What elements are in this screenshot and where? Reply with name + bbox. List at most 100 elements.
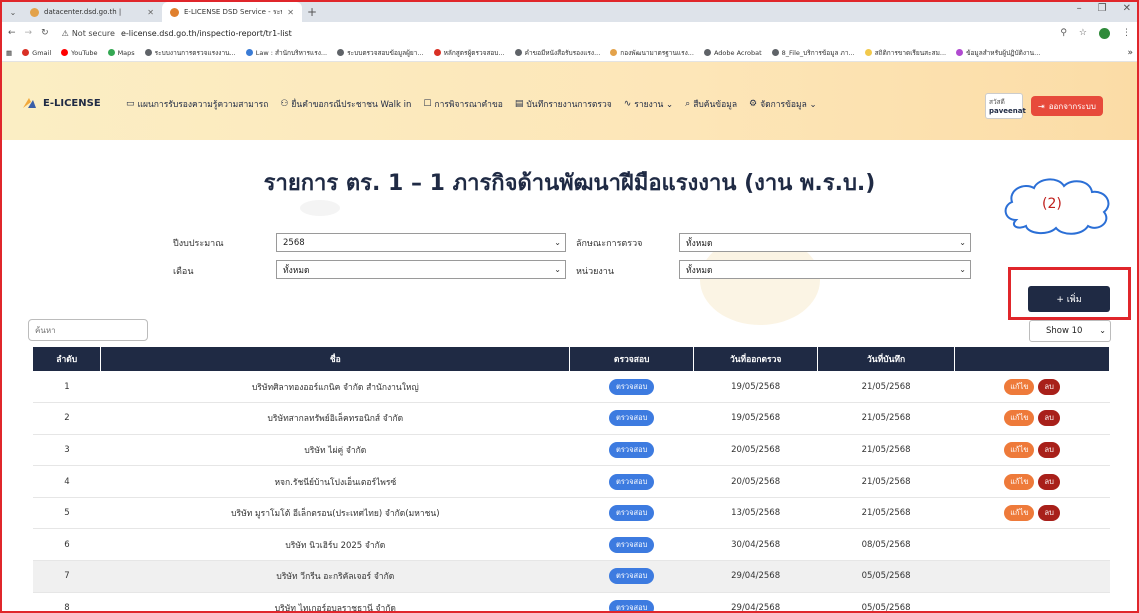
delete-button[interactable]: ลบ [1038, 410, 1060, 427]
delete-button[interactable]: ลบ [1038, 473, 1060, 490]
edit-button[interactable]: แก้ไข [1004, 441, 1035, 458]
bookmark-item[interactable]: ระบบงานการตรวจแรงงาน... [144, 48, 236, 58]
close-icon[interactable]: ✕ [287, 8, 294, 17]
header-inspect-date[interactable]: วันที่ออกตรวจ [693, 347, 819, 371]
bookmark-item[interactable]: Adobe Acrobat [703, 49, 762, 57]
bookmark-favicon-icon [956, 49, 964, 56]
header-no[interactable]: ลำดับ [33, 347, 102, 371]
row-actions-cell: แก้ไข ลบ [954, 497, 1110, 530]
verify-button[interactable]: ตรวจสอบ [609, 410, 655, 427]
row-name: บริษัท มูราโมโต้ อีเล็กตรอน(ประเทศไทย) จ… [100, 497, 570, 530]
close-icon[interactable]: ✕ [147, 8, 154, 17]
verify-button[interactable]: ตรวจสอบ [609, 536, 655, 553]
fiscal-year-select[interactable]: 2568 ⌄ [276, 233, 566, 252]
not-secure-indicator[interactable]: ⚠ Not secure [62, 29, 115, 38]
bookmark-item[interactable]: หลักสูตรผู้ตรวจสอบ... [433, 48, 505, 58]
forward-icon[interactable]: → [25, 28, 33, 38]
delete-button[interactable]: ลบ [1038, 441, 1060, 458]
bookmark-item[interactable]: YouTube [61, 49, 98, 57]
main-nav: ▭ แผนการรับรองความรู้ความสามารถ ⚇ ยื่นคำขอก… [126, 97, 817, 111]
delete-button[interactable]: ลบ [1038, 505, 1060, 522]
header-verify[interactable]: ตรวจสอบ [569, 347, 695, 371]
bookmark-star-icon[interactable]: ☆ [1079, 28, 1087, 38]
logout-button[interactable]: ⇥ ออกจากระบบ [1031, 96, 1103, 116]
bookmark-item[interactable]: คำขอมีหนังสือรับรองแรง... [514, 48, 600, 58]
book-icon: ▭ [126, 99, 135, 109]
bookmark-item[interactable]: Law : สำนักบริหารแรง... [245, 48, 327, 58]
table-row: 3 บริษัท ไผ่คู่ จำกัด ตรวจสอบ 20/05/2568 21/… [33, 434, 1110, 467]
verify-button[interactable]: ตรวจสอบ [609, 473, 655, 490]
month-label: เดือน [173, 267, 194, 277]
reload-icon[interactable]: ↻ [41, 28, 49, 38]
row-name: หจก.รัชนีย์บ้านโปงเอ็นเตอร์ไพรซ์ [100, 465, 570, 498]
month-select[interactable]: ทั้งหมด ⌄ [276, 260, 566, 279]
row-verify-cell: ตรวจสอบ [569, 434, 694, 467]
row-inspect-date: 13/05/2568 [693, 497, 818, 530]
more-bookmarks-icon[interactable]: » [1127, 48, 1133, 58]
row-verify-cell: ตรวจสอบ [569, 371, 694, 404]
site-logo[interactable]: E-LICENSE [21, 96, 101, 110]
verify-button[interactable]: ตรวจสอบ [609, 441, 655, 458]
verify-button[interactable]: ตรวจสอบ [609, 568, 655, 585]
row-number: 2 [33, 402, 101, 435]
bookmark-favicon-icon [864, 49, 872, 56]
nav-item[interactable]: ∿ รายงาน ⌄ [624, 97, 673, 111]
edit-button[interactable]: แก้ไข [1004, 378, 1035, 395]
bookmark-favicon-icon [433, 49, 441, 56]
edit-button[interactable]: แก้ไข [1004, 410, 1035, 427]
page-size-select[interactable]: Show 10 ⌄ [1029, 320, 1111, 342]
minimize-icon[interactable]: – [1077, 3, 1082, 14]
edit-button[interactable]: แก้ไข [1004, 473, 1035, 490]
profile-avatar[interactable] [1099, 27, 1110, 39]
row-name: บริษัทศิลาทองออร์แกนิค จำกัด สำนักงานใหญ… [100, 371, 570, 404]
bookmark-item[interactable]: Maps [107, 49, 135, 57]
verify-button[interactable]: ตรวจสอบ [609, 505, 655, 522]
header-record-date[interactable]: วันที่บันทึก [817, 347, 956, 371]
add-button[interactable]: + เพิ่ม [1028, 286, 1110, 312]
nav-item[interactable]: ⌕ สืบค้นข้อมูล [685, 97, 737, 111]
tab-search-icon[interactable]: ⌄ [4, 2, 22, 22]
agency-select[interactable]: ทั้งหมด ⌄ [679, 260, 971, 279]
nav-item[interactable]: ⚇ ยื่นคำขอกรณีประชาชน Walk in [280, 97, 411, 111]
table-row: 1 บริษัทศิลาทองออร์แกนิค จำกัด สำนักงานให… [33, 371, 1110, 404]
url-text: e-license.dsd.go.th/inspectio-report/tr1… [120, 28, 292, 38]
tab-title: E-LICENSE DSD Service - ระบบใ [184, 7, 283, 16]
row-actions-cell: แก้ไข ลบ [954, 465, 1110, 498]
row-name: บริษัท นิวเฮิร์บ 2025 จำกัด [100, 528, 570, 562]
window-controls: – ❐ ✕ [1077, 3, 1131, 14]
search-input[interactable] [28, 319, 148, 341]
header-name[interactable]: ชื่อ [100, 347, 571, 371]
browser-tab[interactable]: datacenter.dsd.go.th | ✕ [22, 2, 162, 22]
menu-icon[interactable]: ⋮ [1122, 28, 1131, 38]
nav-item[interactable]: ☐ การพิจารณาคำขอ [423, 97, 503, 111]
apps-icon[interactable]: ▦ [6, 49, 12, 57]
user-box[interactable]: สวัสดี paveenat [985, 93, 1026, 119]
nav-item[interactable]: ⚙ จัดการข้อมูล ⌄ [749, 97, 817, 111]
row-record-date: 21/05/2568 [817, 371, 955, 404]
bookmark-favicon-icon [22, 49, 30, 56]
nav-item[interactable]: ▭ แผนการรับรองความรู้ความสามารถ [126, 97, 268, 111]
edit-button[interactable]: แก้ไข [1004, 505, 1035, 522]
bookmark-item[interactable]: สถิติการขาดเรียนสะสม... [864, 48, 946, 58]
browser-tab-active[interactable]: E-LICENSE DSD Service - ระบบใ ✕ [162, 2, 302, 22]
new-tab-button[interactable]: + [302, 2, 322, 22]
bookmark-item[interactable]: กองพัฒนามาตรฐานแรง... [610, 48, 694, 58]
row-actions-cell: แก้ไข ลบ [954, 434, 1110, 467]
url-field[interactable]: ⚠ Not secure e-license.dsd.go.th/inspect… [58, 25, 1052, 41]
verify-button[interactable]: ตรวจสอบ [609, 378, 655, 395]
restore-icon[interactable]: ❐ [1098, 3, 1107, 14]
bookmark-item[interactable]: 8_File_บริการข้อมูล ภา... [771, 48, 855, 58]
bookmark-item[interactable]: ข้อมูลสำหรับผู้ปฏิบัติงาน... [956, 48, 1040, 58]
row-number: 6 [33, 528, 101, 562]
search-icon: ⌕ [685, 99, 691, 109]
inspection-type-select[interactable]: ทั้งหมด ⌄ [679, 233, 971, 252]
verify-button[interactable]: ตรวจสอบ [609, 599, 655, 613]
bookmark-item[interactable]: Gmail [22, 49, 51, 57]
back-icon[interactable]: ← [8, 28, 16, 38]
delete-button[interactable]: ลบ [1038, 378, 1060, 395]
bookmark-item[interactable]: ระบบตรวจสอบข้อมูลผู้ยา... [337, 48, 424, 58]
zoom-icon[interactable]: ⚲ [1060, 28, 1067, 38]
nav-item[interactable]: ▤ บันทึกรายงานการตรวจ [515, 97, 612, 111]
address-bar: ← → ↻ ⚠ Not secure e-license.dsd.go.th/i… [0, 22, 1139, 44]
close-window-icon[interactable]: ✕ [1123, 3, 1131, 14]
